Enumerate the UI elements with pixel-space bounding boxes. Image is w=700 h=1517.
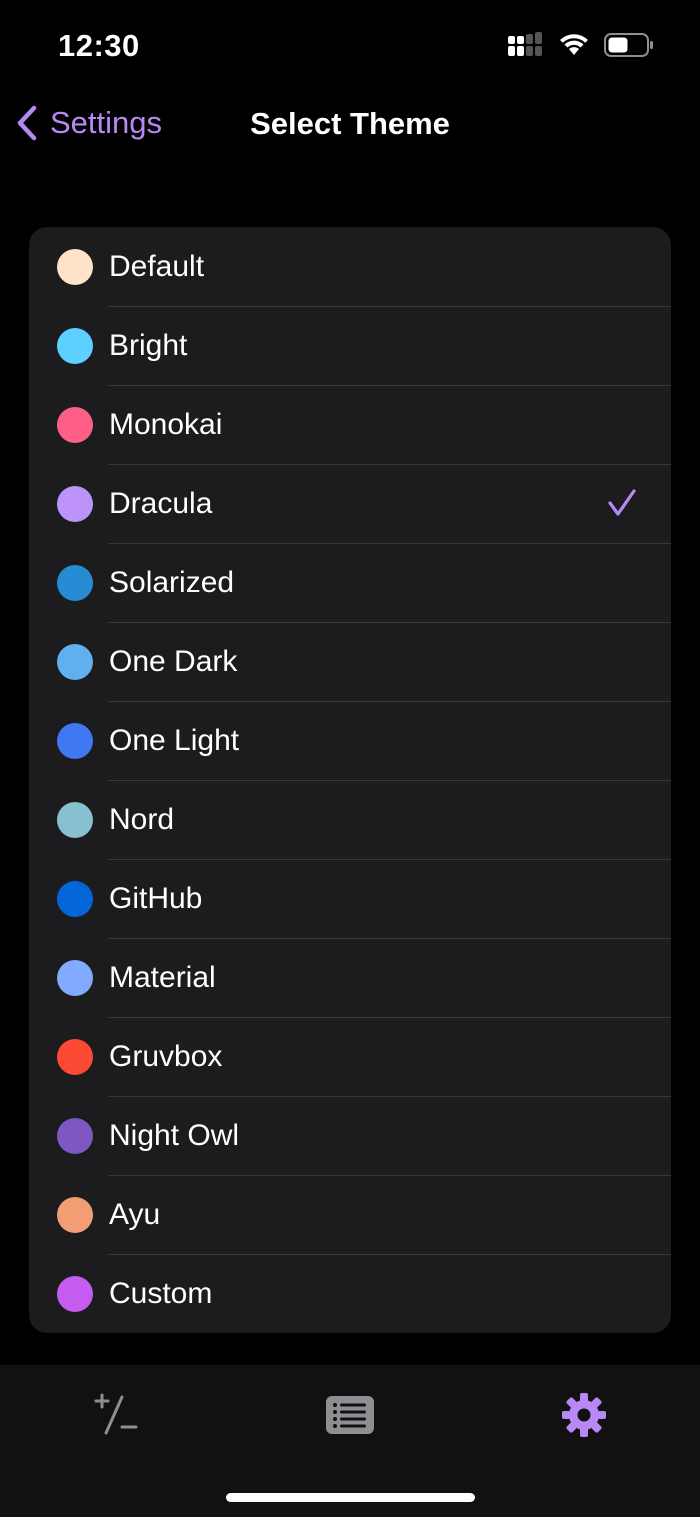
theme-row-one-dark[interactable]: One Dark — [29, 622, 671, 701]
theme-row-monokai[interactable]: Monokai — [29, 385, 671, 464]
theme-row-solarized[interactable]: Solarized — [29, 543, 671, 622]
tab-bar — [0, 1365, 700, 1517]
theme-list: Default Bright Monokai Dracula Solarized One … — [29, 227, 671, 1333]
theme-label: Custom — [109, 1276, 213, 1310]
color-swatch — [57, 485, 93, 522]
status-time: 12:30 — [58, 28, 140, 63]
color-swatch — [57, 1275, 93, 1312]
color-swatch — [57, 959, 93, 996]
checkmark-icon — [608, 489, 636, 516]
color-swatch — [57, 248, 93, 285]
status-bar: 12:30 — [0, 0, 700, 94]
theme-label: Monokai — [109, 407, 223, 441]
nav-bar: Settings Select Theme — [0, 94, 700, 156]
status-icons — [508, 32, 654, 58]
list-icon — [326, 1396, 374, 1434]
theme-row-default[interactable]: Default — [29, 227, 671, 306]
theme-row-dracula[interactable]: Dracula — [29, 464, 671, 543]
theme-row-one-light[interactable]: One Light — [29, 701, 671, 780]
theme-label: Ayu — [109, 1197, 161, 1231]
theme-label: GitHub — [109, 881, 203, 915]
color-swatch — [57, 406, 93, 443]
theme-row-material[interactable]: Material — [29, 938, 671, 1017]
theme-label: Solarized — [109, 565, 235, 599]
battery-icon — [604, 33, 653, 57]
theme-label: Night Owl — [109, 1118, 240, 1152]
tab-calculator[interactable] — [80, 1379, 152, 1451]
theme-row-night-owl[interactable]: Night Owl — [29, 1096, 671, 1175]
theme-row-ayu[interactable]: Ayu — [29, 1175, 671, 1254]
page-title: Select Theme — [250, 106, 450, 141]
theme-row-github[interactable]: GitHub — [29, 859, 671, 938]
theme-label: Dracula — [109, 486, 213, 520]
tab-list[interactable] — [314, 1379, 386, 1451]
theme-row-bright[interactable]: Bright — [29, 306, 671, 385]
signal-icon — [508, 32, 542, 56]
color-swatch — [57, 722, 93, 759]
theme-label: Bright — [109, 328, 188, 362]
color-swatch — [57, 643, 93, 680]
theme-label: Nord — [109, 802, 175, 836]
home-indicator — [226, 1493, 475, 1502]
theme-row-nord[interactable]: Nord — [29, 780, 671, 859]
theme-label: One Dark — [109, 644, 238, 678]
tab-settings[interactable] — [548, 1379, 620, 1451]
theme-label: One Light — [109, 723, 240, 757]
theme-label: Material — [109, 960, 216, 994]
color-swatch — [57, 564, 93, 601]
plus-minus-icon — [94, 1393, 138, 1435]
theme-row-custom[interactable]: Custom — [29, 1254, 671, 1333]
color-swatch — [57, 1038, 93, 1075]
color-swatch — [57, 1196, 93, 1233]
color-swatch — [57, 801, 93, 838]
theme-label: Default — [109, 249, 205, 283]
theme-row-gruvbox[interactable]: Gruvbox — [29, 1017, 671, 1096]
theme-label: Gruvbox — [109, 1039, 223, 1073]
color-swatch — [57, 1117, 93, 1154]
screen: 12:30 Settings Select Theme Default Brig… — [0, 0, 700, 1517]
color-swatch — [57, 880, 93, 917]
color-swatch — [57, 327, 93, 364]
gear-icon — [562, 1393, 606, 1437]
wifi-icon — [560, 34, 588, 55]
